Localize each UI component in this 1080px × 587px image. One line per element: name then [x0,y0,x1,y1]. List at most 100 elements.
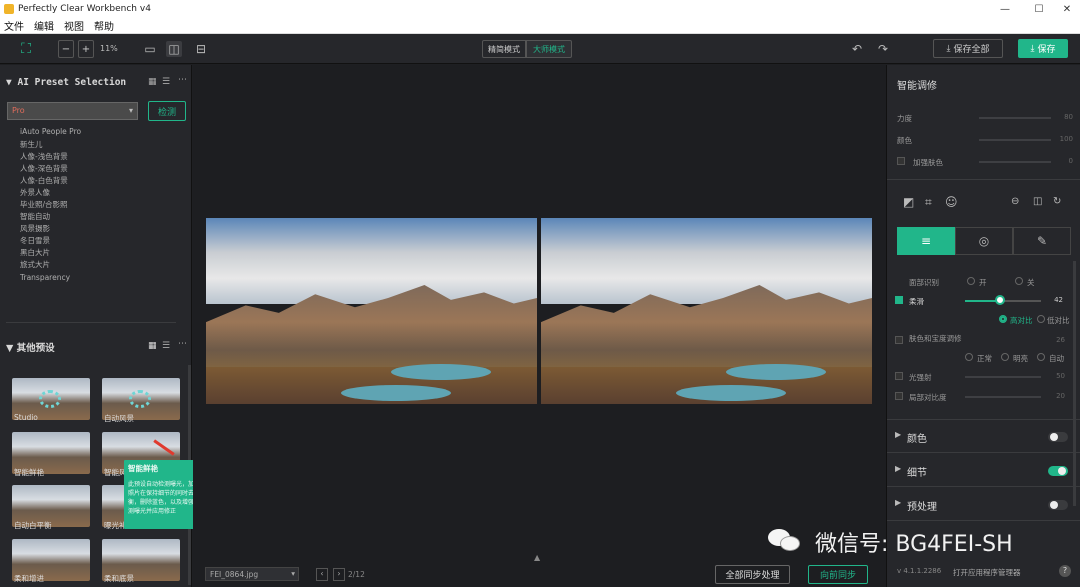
aperture-icon: ◎ [978,234,990,248]
save-all-button[interactable]: ⤓ 保存全部 [933,39,1003,58]
next-image-button[interactable]: › [333,568,345,581]
smooth-checkbox[interactable] [895,296,903,304]
crop-tool-icon[interactable]: ⌗ [925,195,932,210]
flip-vertical-icon[interactable]: ⊖ [1011,196,1019,207]
preset-item[interactable]: 旅式大片 [20,259,50,270]
detect-button[interactable]: 检测 [148,101,186,121]
menu-view[interactable]: 视图 [64,18,84,33]
sync-forward-button[interactable]: 向前同步 [808,565,868,584]
expand-triangle-icon[interactable]: ▶ [895,498,901,507]
preset-item[interactable]: 人像-浅色背景 [20,151,68,162]
flip-horizontal-icon[interactable]: ◫ [1033,196,1042,207]
title-bar: Perfectly Clear Workbench v4 — ☐ ✕ [0,0,1080,18]
crop-fit-icon[interactable]: ⛶ [18,41,34,57]
split-view-icon[interactable]: ⊟ [193,41,209,57]
side-by-side-view-icon[interactable]: ◫ [166,41,182,57]
thumbnail-label: 柔和底景 [104,574,134,583]
adjust-tab[interactable]: ≡ [897,227,955,255]
slider-track[interactable] [979,161,1051,163]
accordion-color[interactable]: 颜色 [907,430,927,445]
light-checkbox[interactable] [895,372,903,380]
list-view-icon[interactable]: ☰ [162,77,170,87]
effects-tab[interactable]: ◎ [955,227,1013,255]
detail-toggle[interactable] [1048,466,1068,476]
zoom-in-button[interactable]: + [78,40,94,58]
preset-item[interactable]: 冬日雪景 [20,235,50,246]
preset-select[interactable]: Pro ▾ [7,102,138,120]
preset-item[interactable]: 人像-深色背景 [20,163,68,174]
menu-file[interactable]: 文件 [4,18,24,33]
preset-item[interactable]: 外景人像 [20,187,50,198]
grid-view-icon[interactable]: ▦ [148,77,157,87]
ai-preset-header[interactable]: ▼ AI Preset Selection [6,77,126,88]
preset-item[interactable]: 新生儿 [20,139,43,150]
retouch-tab[interactable]: ✎ [1013,227,1071,255]
exposure-tool-icon[interactable]: ◩ [903,195,914,209]
smooth-slider-handle[interactable] [995,295,1005,305]
radio-bright[interactable] [1001,353,1009,361]
color-toggle[interactable] [1048,432,1068,442]
tone-label: 自动 [1049,354,1064,363]
accordion-preprocess[interactable]: 预处理 [907,498,937,513]
expand-filmstrip-icon[interactable]: ▲ [534,553,540,562]
light-slider[interactable] [965,376,1041,378]
grid-view-icon[interactable]: ▦ [148,341,157,351]
sync-all-button[interactable]: 全部同步处理 [715,565,790,584]
simple-mode-button[interactable]: 精简模式 [482,40,526,58]
radio-auto[interactable] [1037,353,1045,361]
tint-checkbox[interactable] [895,336,903,344]
ai-preset-title: AI Preset Selection [17,77,127,88]
expand-triangle-icon[interactable]: ▶ [895,430,901,439]
zoom-out-button[interactable]: − [58,40,74,58]
undo-icon[interactable]: ↶ [849,41,865,57]
right-panel: 智能调修 力度 80 颜色 100 加强肤色 0 ◩ ⌗ ☺ ⊖ ◫ ↻ ≡ ◎… [886,65,1080,587]
toolbar: ⛶ − + 11% ▭ ◫ ⊟ 精简模式 大师模式 ↶ ↷ ⤓ 保存全部 ⤓ 保… [0,34,1080,64]
face-tool-icon[interactable]: ☺ [945,195,958,209]
list-view-icon[interactable]: ☰ [162,341,170,351]
pro-mode-button[interactable]: 大师模式 [526,40,572,58]
slider-track[interactable] [979,139,1051,141]
preprocess-toggle[interactable] [1048,500,1068,510]
contrast-slider[interactable] [965,396,1041,398]
loading-spinner-icon [39,390,61,408]
preset-item[interactable]: iAuto People Pro [20,127,81,136]
preset-item[interactable]: 人像-白色背景 [20,175,68,186]
slider-track[interactable] [979,117,1051,119]
rotate-icon[interactable]: ↻ [1053,196,1061,207]
radio-off[interactable] [1015,277,1023,285]
light-value: 50 [1056,372,1065,380]
preset-item[interactable]: 黑白大片 [20,247,50,258]
more-options-icon[interactable]: ⋯ [178,339,187,349]
expand-triangle-icon[interactable]: ▶ [895,464,901,473]
other-presets-header[interactable]: ▼ 其他预设 [6,340,55,354]
image-canvas[interactable]: ▲ FEI_0864.jpg ▾ ‹ › 2/12 全部同步处理 向前同步 [193,65,886,587]
version-label: v 4.1.1.2286 [897,567,942,575]
minimize-button[interactable]: — [988,0,1022,18]
preset-item[interactable]: 毕业照/合影照 [20,199,68,210]
prev-image-button[interactable]: ‹ [316,568,328,581]
accordion-detail[interactable]: 细节 [907,464,927,479]
radio-low-contrast[interactable] [1037,315,1045,323]
file-select[interactable]: FEI_0864.jpg ▾ [205,567,299,581]
preset-item[interactable]: 智能自动 [20,211,50,222]
open-manager-link[interactable]: 打开应用程序管理器 [953,567,1021,578]
radio-high-contrast[interactable] [999,315,1007,323]
menu-help[interactable]: 帮助 [94,18,114,33]
save-button[interactable]: ⤓ 保存 [1018,39,1068,58]
menu-edit[interactable]: 编辑 [34,18,54,33]
preset-select-value: Pro [12,106,25,115]
close-button[interactable]: ✕ [1050,0,1080,18]
help-icon[interactable]: ? [1059,565,1071,577]
save-icon: ⤓ [1030,43,1035,54]
contrast-checkbox[interactable] [895,392,903,400]
thumbnail-label: 柔和增进 [14,574,44,583]
single-view-icon[interactable]: ▭ [142,41,158,57]
more-options-icon[interactable]: ⋯ [178,75,187,85]
radio-on[interactable] [967,277,975,285]
preset-item[interactable]: Transparency [20,273,70,282]
redo-icon[interactable]: ↷ [875,41,891,57]
preset-item[interactable]: 风景摄影 [20,223,50,234]
radio-normal[interactable] [965,353,973,361]
scrollbar[interactable] [1073,261,1076,506]
skin-checkbox[interactable] [897,157,905,165]
